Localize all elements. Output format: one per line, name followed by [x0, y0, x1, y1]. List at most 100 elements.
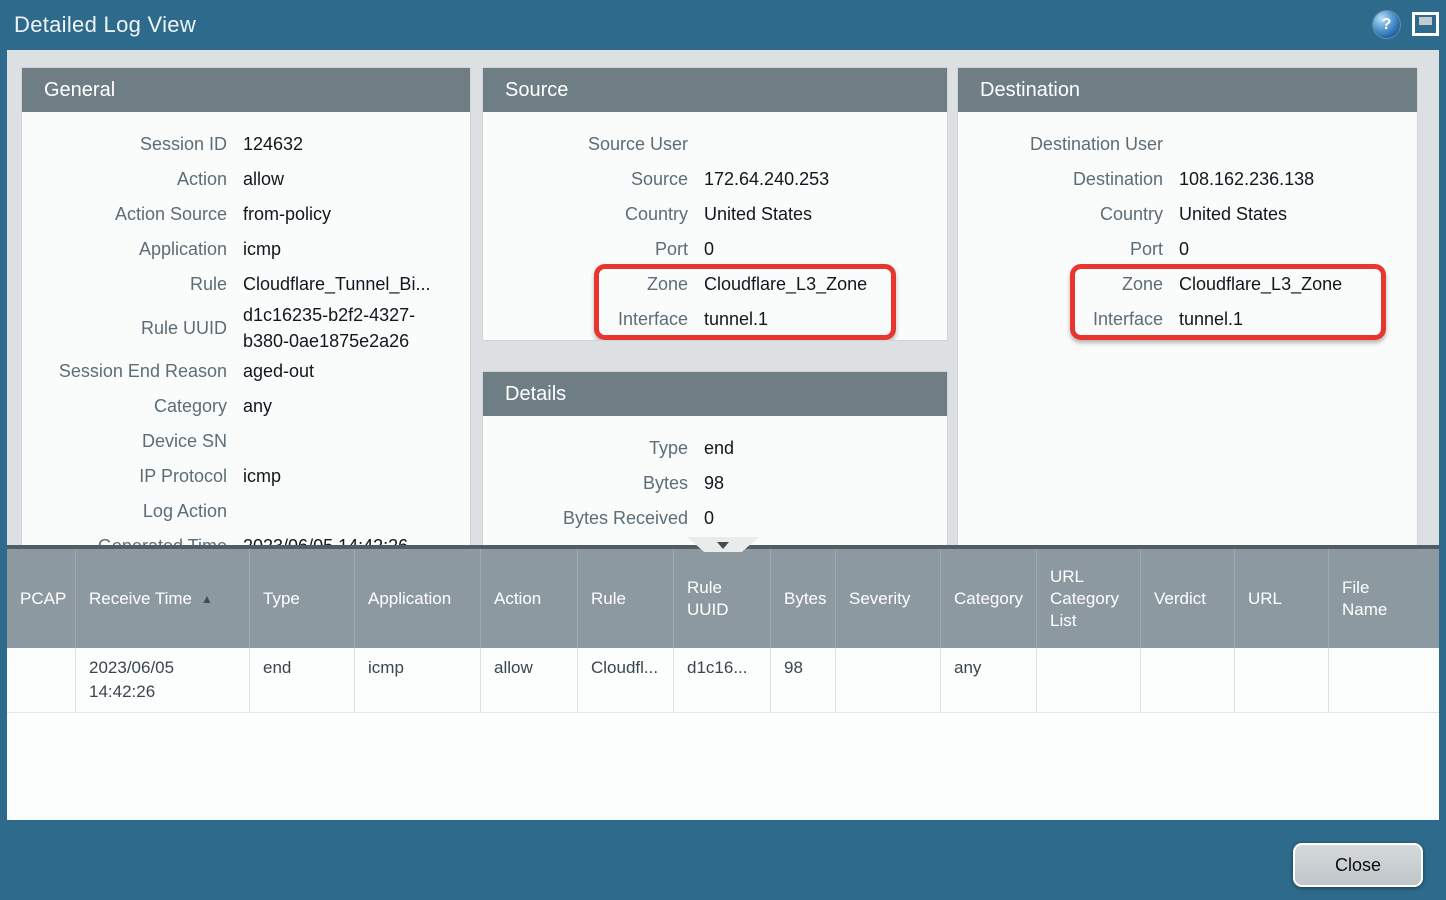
row-port: Port0	[483, 232, 937, 267]
field-value: 0	[1179, 238, 1407, 261]
row-source-user: Source User	[483, 127, 937, 162]
column-header-pcap[interactable]: PCAP	[7, 549, 75, 648]
column-label: Verdict	[1154, 588, 1206, 610]
column-header-verdict[interactable]: Verdict	[1140, 549, 1234, 648]
field-value: aged-out	[243, 360, 460, 383]
panel-source-body: Source User Source 172.64.240.253 Country…	[483, 112, 947, 340]
table-cell-bytes: 98	[770, 648, 835, 712]
column-label: Bytes	[784, 588, 827, 610]
close-button[interactable]: Close	[1293, 843, 1423, 887]
table-header-row: PCAP Receive Time▲ Type Application Acti…	[7, 549, 1439, 648]
row-log-action: Log Action	[22, 494, 460, 529]
column-label: Receive Time	[89, 588, 192, 610]
field-value: end	[704, 437, 937, 460]
panel-destination-body: Destination User Destination108.162.236.…	[958, 112, 1417, 545]
field-label: Zone	[483, 274, 688, 295]
field-value: 2023/06/05 14:42:26	[243, 535, 460, 545]
field-value: tunnel.1	[704, 308, 937, 331]
field-value: any	[243, 395, 460, 418]
column-header-action[interactable]: Action	[480, 549, 577, 648]
column-label: Action	[494, 588, 541, 610]
field-label: Rule	[22, 274, 227, 295]
field-label: Zone	[958, 274, 1163, 295]
column-header-file-name[interactable]: File Name	[1328, 549, 1439, 648]
row-rule-uuid: Rule UUID d1c16235-b2f2-4327-b380-0ae1875…	[22, 302, 460, 354]
row-application: Application icmp	[22, 232, 460, 267]
field-label: Country	[958, 204, 1163, 225]
field-label: Port	[483, 239, 688, 260]
field-value: icmp	[243, 238, 460, 261]
column-label: Rule UUID	[687, 577, 758, 621]
field-label: Bytes Received	[483, 508, 688, 529]
table-row[interactable]: 2023/06/05 14:42:26 end icmp allow Cloud…	[7, 648, 1439, 713]
field-value: icmp	[243, 465, 460, 488]
column-header-category[interactable]: Category	[940, 549, 1036, 648]
field-label: Device SN	[22, 431, 227, 452]
field-label: Rule UUID	[22, 318, 227, 339]
table-cell-type: end	[249, 648, 354, 712]
field-label: Interface	[958, 309, 1163, 330]
title-bar: Detailed Log View ?	[0, 0, 1446, 50]
row-zone: Zone Cloudflare_L3_Zone	[483, 267, 937, 302]
field-value: d1c16235-b2f2-4327-b380-0ae1875e2a26	[243, 302, 455, 354]
row-destination: Destination108.162.236.138	[958, 162, 1407, 197]
field-value: 0	[704, 507, 937, 530]
splitter-bar	[7, 545, 1439, 549]
field-value: United States	[1179, 203, 1407, 226]
column-header-bytes[interactable]: Bytes	[770, 549, 835, 648]
column-header-rule[interactable]: Rule	[577, 549, 673, 648]
column-header-receive-time[interactable]: Receive Time▲	[75, 549, 249, 648]
row-session-id: Session ID124632	[22, 127, 460, 162]
row-ip-protocol: IP Protocolicmp	[22, 459, 460, 494]
field-value: Cloudflare_L3_Zone	[1179, 273, 1407, 296]
row-interface: Interfacetunnel.1	[958, 302, 1407, 337]
panel-source-title: Source	[483, 68, 947, 112]
field-label: Country	[483, 204, 688, 225]
page-title: Detailed Log View	[14, 0, 196, 50]
row-destination-user: Destination User	[958, 127, 1407, 162]
column-header-rule-uuid[interactable]: Rule UUID	[673, 549, 770, 648]
field-value: from-policy	[243, 203, 460, 226]
table-cell-severity	[835, 648, 940, 712]
detailed-log-view-dialog: Detailed Log View ? General Session ID12…	[0, 0, 1446, 900]
table-cell-rule: Cloudfl...	[577, 648, 673, 712]
log-table: PCAP Receive Time▲ Type Application Acti…	[7, 549, 1439, 820]
table-cell-url-category-list	[1036, 648, 1140, 712]
column-header-type[interactable]: Type	[249, 549, 354, 648]
field-label: Action Source	[22, 204, 227, 225]
field-value: 108.162.236.138	[1179, 168, 1407, 191]
row-country: Country United States	[958, 197, 1407, 232]
row-generated-time: Generated Time2023/06/05 14:42:26	[22, 529, 460, 545]
field-label: Session End Reason	[22, 361, 227, 382]
panel-details: Details Typeend Bytes98 Bytes Received0	[483, 372, 947, 545]
column-header-url[interactable]: URL	[1234, 549, 1328, 648]
help-icon[interactable]: ?	[1373, 11, 1400, 38]
panel-general-body: Session ID124632 Actionallow Action Sour…	[22, 112, 470, 545]
row-type: Typeend	[483, 431, 937, 466]
column-header-url-category-list[interactable]: URL Category List	[1036, 549, 1140, 648]
field-label: Source	[483, 169, 688, 190]
row-zone: Zone Cloudflare_L3_Zone	[958, 267, 1407, 302]
table-cell-action: allow	[480, 648, 577, 712]
field-label: Action	[22, 169, 227, 190]
field-value: 172.64.240.253	[704, 168, 937, 191]
field-label: Application	[22, 239, 227, 260]
row-action-source: Action Source from-policy	[22, 197, 460, 232]
table-cell-application: icmp	[354, 648, 480, 712]
column-label: Rule	[591, 588, 626, 610]
column-label: File Name	[1342, 577, 1396, 621]
field-label: Port	[958, 239, 1163, 260]
field-label: Source User	[483, 134, 688, 155]
field-value: Cloudflare_L3_Zone	[704, 273, 937, 296]
column-label: PCAP	[20, 588, 66, 610]
row-bytes: Bytes98	[483, 466, 937, 501]
column-header-application[interactable]: Application	[354, 549, 480, 648]
field-label: Log Action	[22, 501, 227, 522]
row-port: Port 0	[958, 232, 1407, 267]
table-cell-pcap	[7, 648, 75, 712]
row-bytes-received: Bytes Received 0	[483, 501, 937, 536]
panel-details-body: Typeend Bytes98 Bytes Received 0	[483, 416, 947, 545]
window-restore-icon[interactable]	[1412, 12, 1439, 36]
column-header-severity[interactable]: Severity	[835, 549, 940, 648]
column-label: URL	[1248, 588, 1282, 610]
